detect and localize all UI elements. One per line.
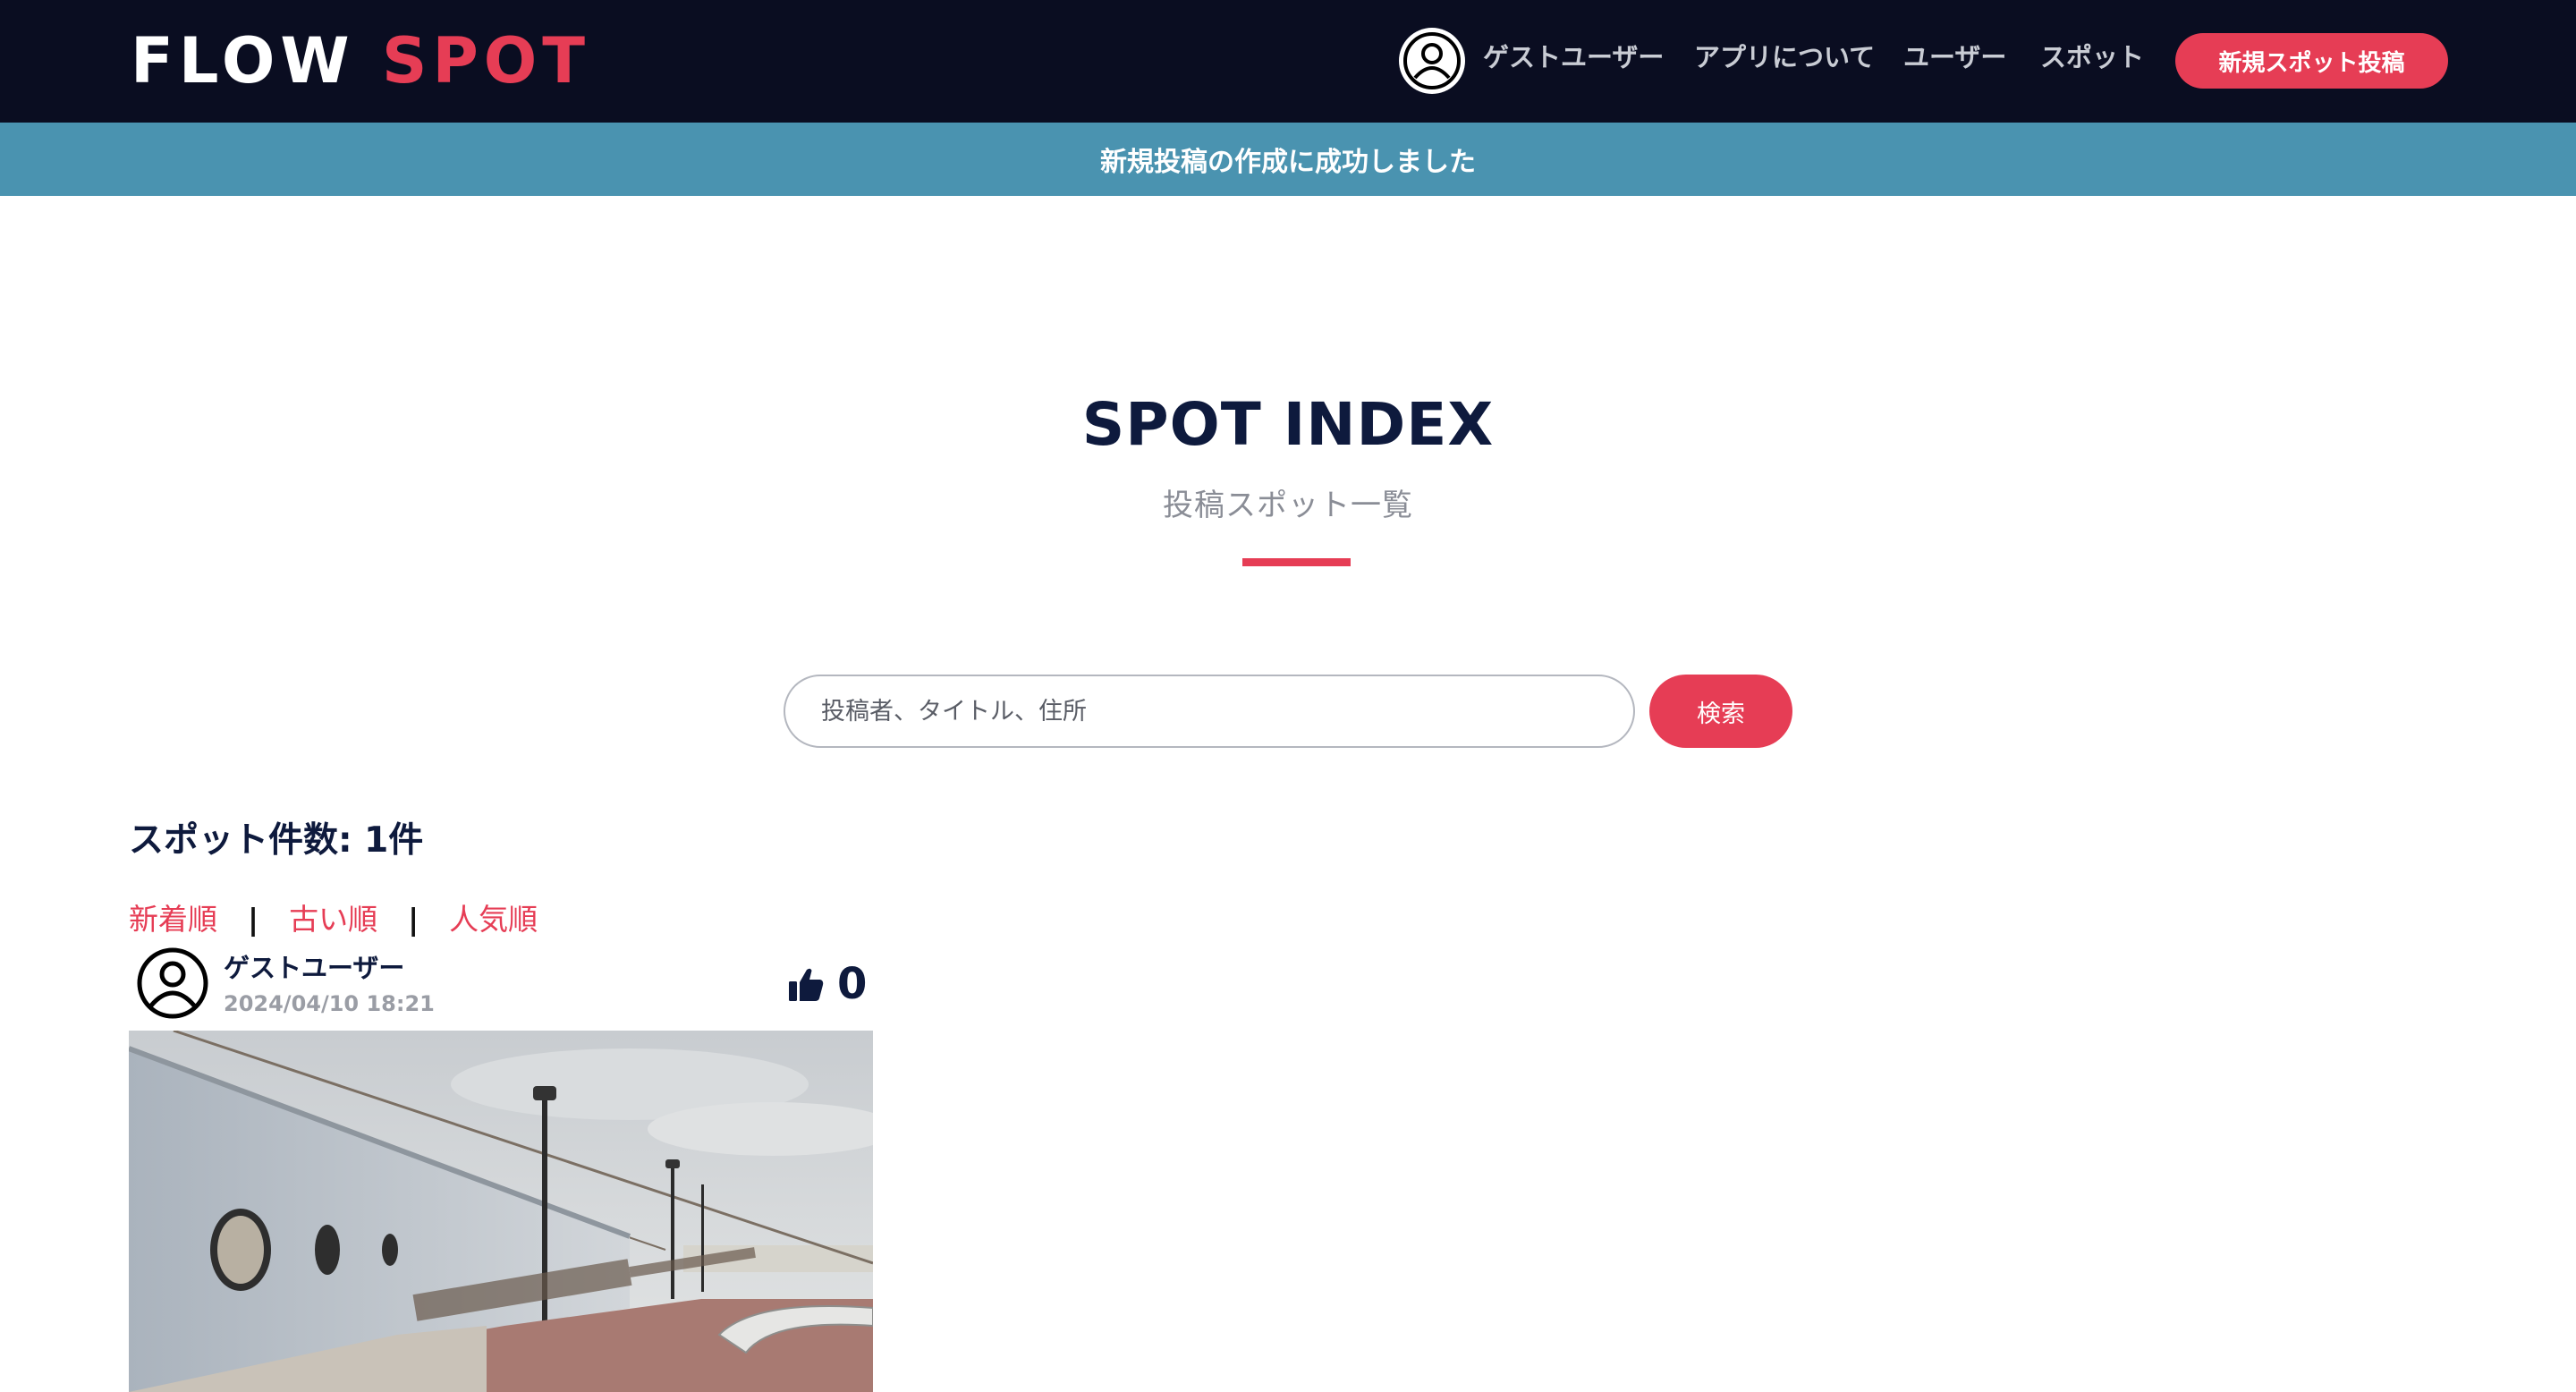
nav-user-name[interactable]: ゲストユーザー [1483, 39, 1664, 75]
flash-success-message: 新規投稿の作成に成功しました [0, 123, 2576, 196]
site-logo[interactable]: FLOW SPOT [131, 25, 590, 97]
like-count: 0 [837, 959, 868, 1009]
user-avatar-icon[interactable] [1399, 28, 1465, 94]
sort-separator: | [248, 902, 259, 937]
page-subtitle: 投稿スポット一覧 [1163, 488, 1413, 523]
logo-word-flow: FLOW [131, 24, 355, 98]
sort-oldest-link[interactable]: 古い順 [289, 897, 377, 942]
nav-users-link[interactable]: ユーザー [1903, 39, 2006, 75]
title-underline [1242, 558, 1351, 566]
search-input[interactable] [784, 675, 1635, 748]
spot-count: スポット件数: 1件 [129, 820, 424, 861]
logo-word-spot: SPOT [382, 24, 591, 98]
user-avatar-icon[interactable] [136, 946, 209, 1020]
site-header: FLOW SPOT ゲストユーザー アプリについて ユーザー スポット 新規スポ… [0, 0, 2576, 123]
nav-spots-link[interactable]: スポット [2040, 39, 2144, 75]
thumbs-up-icon[interactable] [787, 966, 825, 1004]
sort-separator: | [408, 902, 419, 937]
spot-username[interactable]: ゲストユーザー [224, 950, 404, 986]
sort-newest-link[interactable]: 新着順 [129, 897, 217, 942]
nav-about-link[interactable]: アプリについて [1694, 39, 1875, 75]
page-title: SPOT INDEX [1081, 390, 1495, 459]
search-button[interactable]: 検索 [1649, 675, 1792, 748]
sort-popular-link[interactable]: 人気順 [449, 897, 538, 942]
spot-date: 2024/04/10 18:21 [224, 991, 435, 1016]
sort-bar: 新着順 | 古い順 | 人気順 [129, 897, 538, 942]
new-spot-post-button[interactable]: 新規スポット投稿 [2175, 33, 2448, 89]
seaside-promenade-photo[interactable] [129, 1031, 873, 1392]
